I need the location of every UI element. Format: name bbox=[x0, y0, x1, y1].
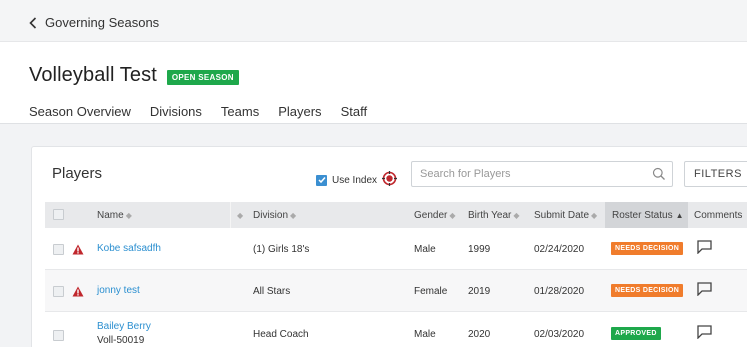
player-name-link[interactable]: Kobe safsadfh bbox=[97, 243, 161, 254]
row-checkbox[interactable] bbox=[53, 244, 64, 255]
filters-button[interactable]: FILTERS ⌄ bbox=[684, 161, 747, 187]
use-index-toggle[interactable]: Use Index bbox=[316, 171, 398, 189]
use-index-checkbox[interactable] bbox=[316, 174, 327, 186]
warning-icon bbox=[72, 242, 84, 260]
birth-year-cell: 1999 bbox=[468, 244, 491, 255]
birth-year-cell: 2019 bbox=[468, 286, 491, 297]
player-name-link[interactable]: Bailey Berry bbox=[97, 321, 151, 332]
gender-cell: Male bbox=[414, 244, 436, 255]
birth-year-cell: 2020 bbox=[468, 329, 491, 340]
row-checkbox[interactable] bbox=[53, 330, 64, 341]
filters-label: FILTERS bbox=[694, 168, 742, 180]
table-row[interactable]: jonny test All Stars Female 2019 01/28/2… bbox=[45, 270, 747, 312]
sort-icon: ◆ bbox=[449, 211, 456, 220]
search-placeholder: Search for Players bbox=[420, 168, 511, 180]
submit-date-cell: 02/03/2020 bbox=[534, 329, 585, 340]
sort-ascending-icon: ▲ bbox=[675, 211, 684, 220]
col-comments: Comments bbox=[694, 210, 743, 221]
col-birth-year[interactable]: Birth Year ◆ bbox=[468, 210, 520, 221]
season-status-badge: OPEN SEASON bbox=[166, 69, 239, 85]
drag-handle-icon[interactable]: ◆ bbox=[235, 210, 243, 221]
page-title: Volleyball Test bbox=[29, 64, 157, 86]
comment-icon[interactable] bbox=[697, 325, 712, 344]
table-header: Name ◆ ◆ Division ◆ Gender ◆ Birth Year ◆ Su… bbox=[45, 202, 747, 228]
search-icon[interactable] bbox=[652, 167, 666, 186]
sort-icon: ◆ bbox=[591, 211, 598, 220]
division-cell: (1) Girls 18's bbox=[253, 244, 310, 255]
back-link-label: Governing Seasons bbox=[45, 15, 160, 30]
player-name-link[interactable]: jonny test bbox=[97, 285, 140, 296]
back-link[interactable]: Governing Seasons bbox=[29, 15, 159, 30]
table-row[interactable]: Bailey Berry Voll-50019 Head Coach Male … bbox=[45, 312, 747, 347]
season-header: Volleyball Test OPEN SEASON bbox=[29, 64, 239, 87]
select-all-checkbox[interactable] bbox=[53, 209, 64, 220]
col-roster-status[interactable]: Roster Status ▲ bbox=[612, 210, 684, 221]
table-row[interactable]: Kobe safsadfh (1) Girls 18's Male 1999 0… bbox=[45, 228, 747, 270]
division-cell: Head Coach bbox=[253, 329, 309, 340]
chevron-left-icon bbox=[29, 16, 37, 29]
comment-icon[interactable] bbox=[697, 240, 712, 259]
sort-icon: ◆ bbox=[513, 211, 520, 220]
players-title: Players bbox=[52, 165, 103, 182]
col-submit-date[interactable]: Submit Date ◆ bbox=[534, 210, 597, 221]
row-checkbox[interactable] bbox=[53, 286, 64, 297]
gender-cell: Female bbox=[414, 286, 448, 297]
submit-date-cell: 02/24/2020 bbox=[534, 244, 585, 255]
search-players-input[interactable]: Search for Players bbox=[411, 161, 673, 187]
warning-icon bbox=[72, 284, 84, 302]
player-id: Voll-50019 bbox=[97, 335, 145, 346]
use-index-label: Use Index bbox=[332, 174, 378, 186]
column-divider bbox=[230, 202, 231, 228]
top-bar: Governing Seasons bbox=[0, 0, 747, 42]
sort-icon: ◆ bbox=[125, 211, 132, 220]
col-division[interactable]: Division ◆ bbox=[253, 210, 296, 221]
status-badge[interactable]: NEEDS DECISION bbox=[611, 242, 684, 255]
col-gender[interactable]: Gender ◆ bbox=[414, 210, 456, 221]
status-badge[interactable]: NEEDS DECISION bbox=[611, 284, 684, 297]
submit-date-cell: 01/28/2020 bbox=[534, 286, 585, 297]
col-name[interactable]: Name ◆ bbox=[97, 210, 132, 221]
index-target-icon[interactable] bbox=[382, 171, 398, 189]
status-badge[interactable]: APPROVED bbox=[611, 327, 661, 340]
comment-icon[interactable] bbox=[697, 282, 712, 301]
division-cell: All Stars bbox=[253, 286, 291, 297]
sort-icon: ◆ bbox=[290, 211, 297, 220]
gender-cell: Male bbox=[414, 329, 436, 340]
